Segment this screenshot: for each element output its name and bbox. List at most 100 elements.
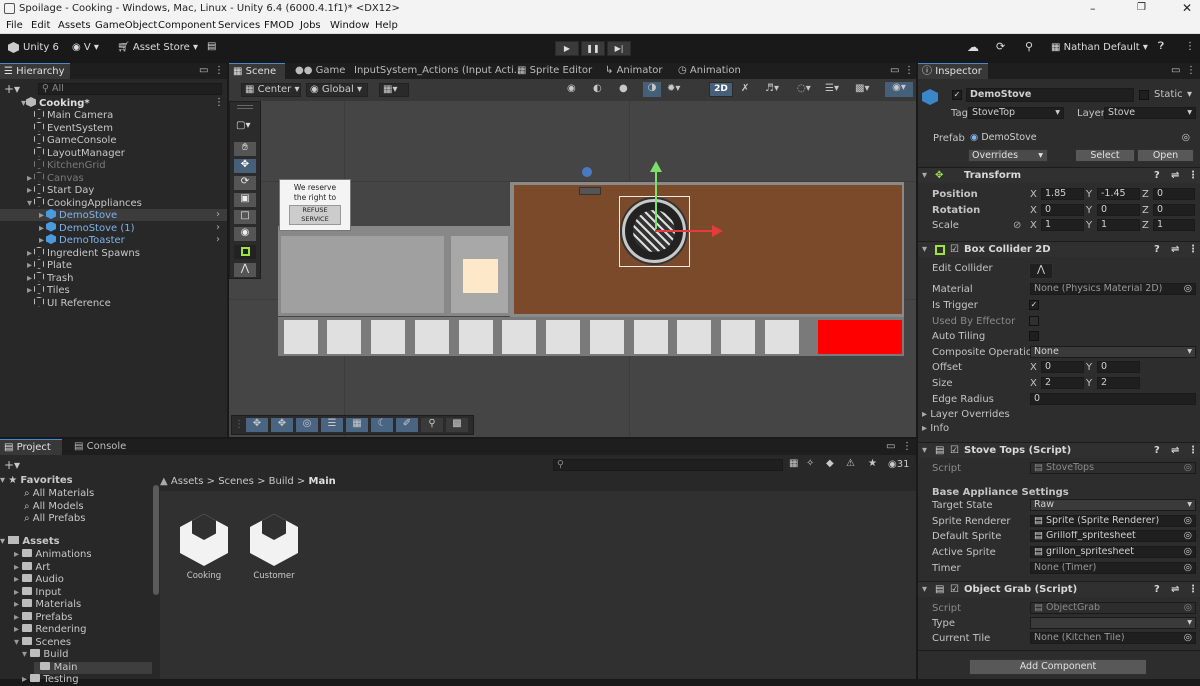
select-button[interactable]: Select — [1075, 149, 1135, 162]
folder-item[interactable]: ▸ Input — [14, 586, 152, 599]
hierarchy-search-input[interactable]: ⚲ All — [38, 83, 222, 95]
lock-icon[interactable]: ▭ — [886, 441, 895, 452]
hierarchy-item[interactable]: ▸ DemoToaster › — [0, 234, 227, 246]
size-x-field[interactable]: 2 — [1041, 377, 1084, 389]
tile-zoom-icon[interactable]: ⚲ — [421, 418, 443, 432]
stove-tops-header[interactable]: ▾ ▤ ☑ Stove Tops (Script) ? ⇌ ⋮ — [918, 442, 1200, 458]
custom-tool-icon[interactable]: ⋀ — [234, 263, 256, 277]
tab-sprite-editor[interactable]: ▦ Sprite Editor — [513, 63, 592, 79]
shaded-sphere-icon[interactable]: ● — [619, 83, 628, 94]
hierarchy-item[interactable]: ▸ DemoStove › — [0, 209, 227, 221]
tile-flip-icon[interactable]: ☰ — [321, 418, 343, 432]
step-button[interactable]: ▶| — [607, 41, 631, 56]
history-icon[interactable]: ⟳ — [996, 40, 1005, 53]
sprite-renderer-field[interactable]: ▤ Sprite (Sprite Renderer) ◎ — [1030, 515, 1196, 527]
component-menu-icon[interactable]: ⋮ — [1188, 244, 1198, 255]
lock-icon[interactable]: ▭ — [199, 65, 208, 76]
hierarchy-item[interactable]: ▸ Start Day — [0, 184, 227, 196]
effects-icon[interactable]: ◌▾ — [797, 83, 811, 94]
move-tool-icon[interactable]: ✥ — [234, 159, 256, 173]
add-component-button[interactable]: Add Component — [969, 659, 1147, 675]
tab-inspector[interactable]: ⓘ Inspector — [918, 63, 988, 79]
menu-edit[interactable]: Edit — [31, 20, 50, 31]
menu-component[interactable]: Component — [158, 20, 216, 31]
tab-project[interactable]: ▤ Project — [0, 439, 62, 455]
edge-radius-field[interactable]: 0 — [1030, 393, 1196, 405]
folder-item[interactable]: ▾ Scenes — [14, 636, 152, 649]
filter-tag-icon[interactable]: ◆ — [826, 458, 834, 469]
preset-icon[interactable]: ⇌ — [1171, 584, 1179, 595]
favorites-header[interactable]: ▾ ★ Favorites — [0, 475, 73, 487]
help-icon[interactable]: ? — [1154, 244, 1160, 255]
panel-menu-icon[interactable]: ⋮ — [1186, 65, 1196, 76]
type-dropdown[interactable]: ▾ — [1030, 617, 1196, 629]
transform-tool-icon[interactable]: ◉ — [234, 227, 256, 241]
breadcrumb-build[interactable]: Build — [269, 476, 294, 487]
target-state-dropdown[interactable]: Raw ▾ — [1030, 499, 1196, 511]
info-foldout[interactable]: ▸ Info — [922, 423, 949, 434]
collider-tool-icon[interactable] — [234, 245, 256, 259]
folder-item[interactable]: ▾ Build — [22, 649, 152, 661]
overrides-dropdown[interactable]: Overrides ▾ — [968, 149, 1048, 162]
panel-menu-icon[interactable]: ⋮ — [904, 65, 914, 76]
hierarchy-item[interactable]: KitchenGrid — [0, 159, 227, 171]
breadcrumb-scenes[interactable]: Scenes — [218, 476, 254, 487]
component-menu-icon[interactable]: ⋮ — [1188, 170, 1198, 181]
active-sprite-field[interactable]: ▤ grillon_spritesheet ◎ — [1030, 546, 1196, 558]
rotation-y-field[interactable]: 0 — [1097, 203, 1140, 216]
menu-window[interactable]: Window — [330, 20, 369, 31]
account-button[interactable]: ◉ V ▾ — [72, 42, 99, 53]
hierarchy-item[interactable]: ▸ Trash — [0, 271, 227, 284]
folder-item[interactable]: ▸ Rendering — [14, 624, 152, 636]
lighting-toggle-icon[interactable]: ✗ — [741, 83, 749, 94]
scale-x-field[interactable]: 1 — [1041, 219, 1084, 231]
enabled-checkbox[interactable]: ☑ — [950, 584, 959, 595]
hierarchy-item[interactable]: EventSystem — [0, 121, 227, 134]
material-field[interactable]: None (Physics Material 2D) ◎ — [1030, 283, 1196, 295]
help-icon[interactable]: ? — [1154, 584, 1160, 595]
folder-item[interactable]: ▸ Materials — [14, 599, 152, 611]
edit-collider-button[interactable]: ⋀ — [1029, 263, 1053, 279]
package-icon[interactable]: ▤ — [207, 41, 216, 52]
tab-animator[interactable]: ↳ Animator — [601, 63, 663, 79]
favorite-star-icon[interactable]: ★ — [868, 458, 877, 469]
y-axis-handle[interactable] — [655, 169, 657, 229]
tree-scrollbar[interactable] — [153, 485, 159, 595]
tab-input-actions[interactable]: InputSystem_Actions (Input Acti... — [350, 63, 523, 79]
default-sprite-field[interactable]: ▤ Grilloff_spritesheet ◎ — [1030, 530, 1196, 542]
minimize-icon[interactable]: – — [1090, 2, 1096, 15]
folder-item[interactable]: ▸ Testing — [22, 674, 152, 686]
favorite-item[interactable]: ⌕ All Materials — [24, 488, 94, 500]
folder-item[interactable]: ▸ Prefabs — [14, 611, 152, 624]
tab-hierarchy[interactable]: ☰ Hierarchy — [0, 63, 70, 79]
position-x-field[interactable]: 1.85 — [1041, 188, 1084, 200]
camera-gizmo-icon[interactable] — [582, 167, 592, 177]
favorite-item[interactable]: ⌕ All Models — [24, 501, 84, 513]
prefab-field[interactable]: ◉ DemoStove ◎ — [966, 132, 1194, 144]
static-dropdown-icon[interactable]: ▾ — [1187, 89, 1192, 100]
scene-canvas[interactable]: We reserve the right to REFUSE SERVICE ▢… — [229, 101, 916, 437]
hierarchy-item[interactable]: ▸ Tiles — [0, 284, 227, 296]
layer-dropdown[interactable]: Stove ▾ — [1104, 107, 1196, 119]
y-axis-arrow-icon[interactable] — [650, 161, 662, 172]
camera-icon[interactable]: ▩▾ — [855, 83, 869, 94]
breadcrumb-main[interactable]: Main — [309, 476, 336, 487]
breadcrumb-assets[interactable]: Assets — [171, 476, 204, 487]
help-icon[interactable]: ❓︎ — [1158, 41, 1164, 52]
grid-move-icon[interactable]: ✥ — [271, 418, 293, 432]
unity-version-label[interactable]: Unity 6 — [23, 42, 59, 53]
asset-item-cooking[interactable]: Cooking — [175, 501, 233, 581]
close-icon[interactable]: ✕ — [1182, 1, 1192, 15]
hierarchy-item[interactable]: Main Camera — [0, 109, 227, 121]
hierarchy-item[interactable]: ▾ CookingAppliances — [0, 196, 227, 209]
hierarchy-item[interactable]: ▸ DemoStove (1) › — [0, 221, 227, 234]
tile-moon-icon[interactable]: ☾ — [371, 418, 393, 432]
asset-store-button[interactable]: 🛒︎ Asset Store ▾ — [117, 42, 198, 53]
tile-grid-icon[interactable]: ▦ — [346, 418, 368, 432]
hierarchy-item[interactable]: ▸ Ingredient Spawns — [0, 246, 227, 259]
cloud-icon[interactable]: ☁ — [967, 40, 979, 54]
static-checkbox[interactable] — [1139, 90, 1149, 100]
active-checkbox[interactable]: ✓ — [952, 90, 962, 100]
hidden-count[interactable]: ◉31 — [888, 459, 909, 470]
scene-menu-icon[interactable]: ⋮ — [214, 97, 224, 109]
